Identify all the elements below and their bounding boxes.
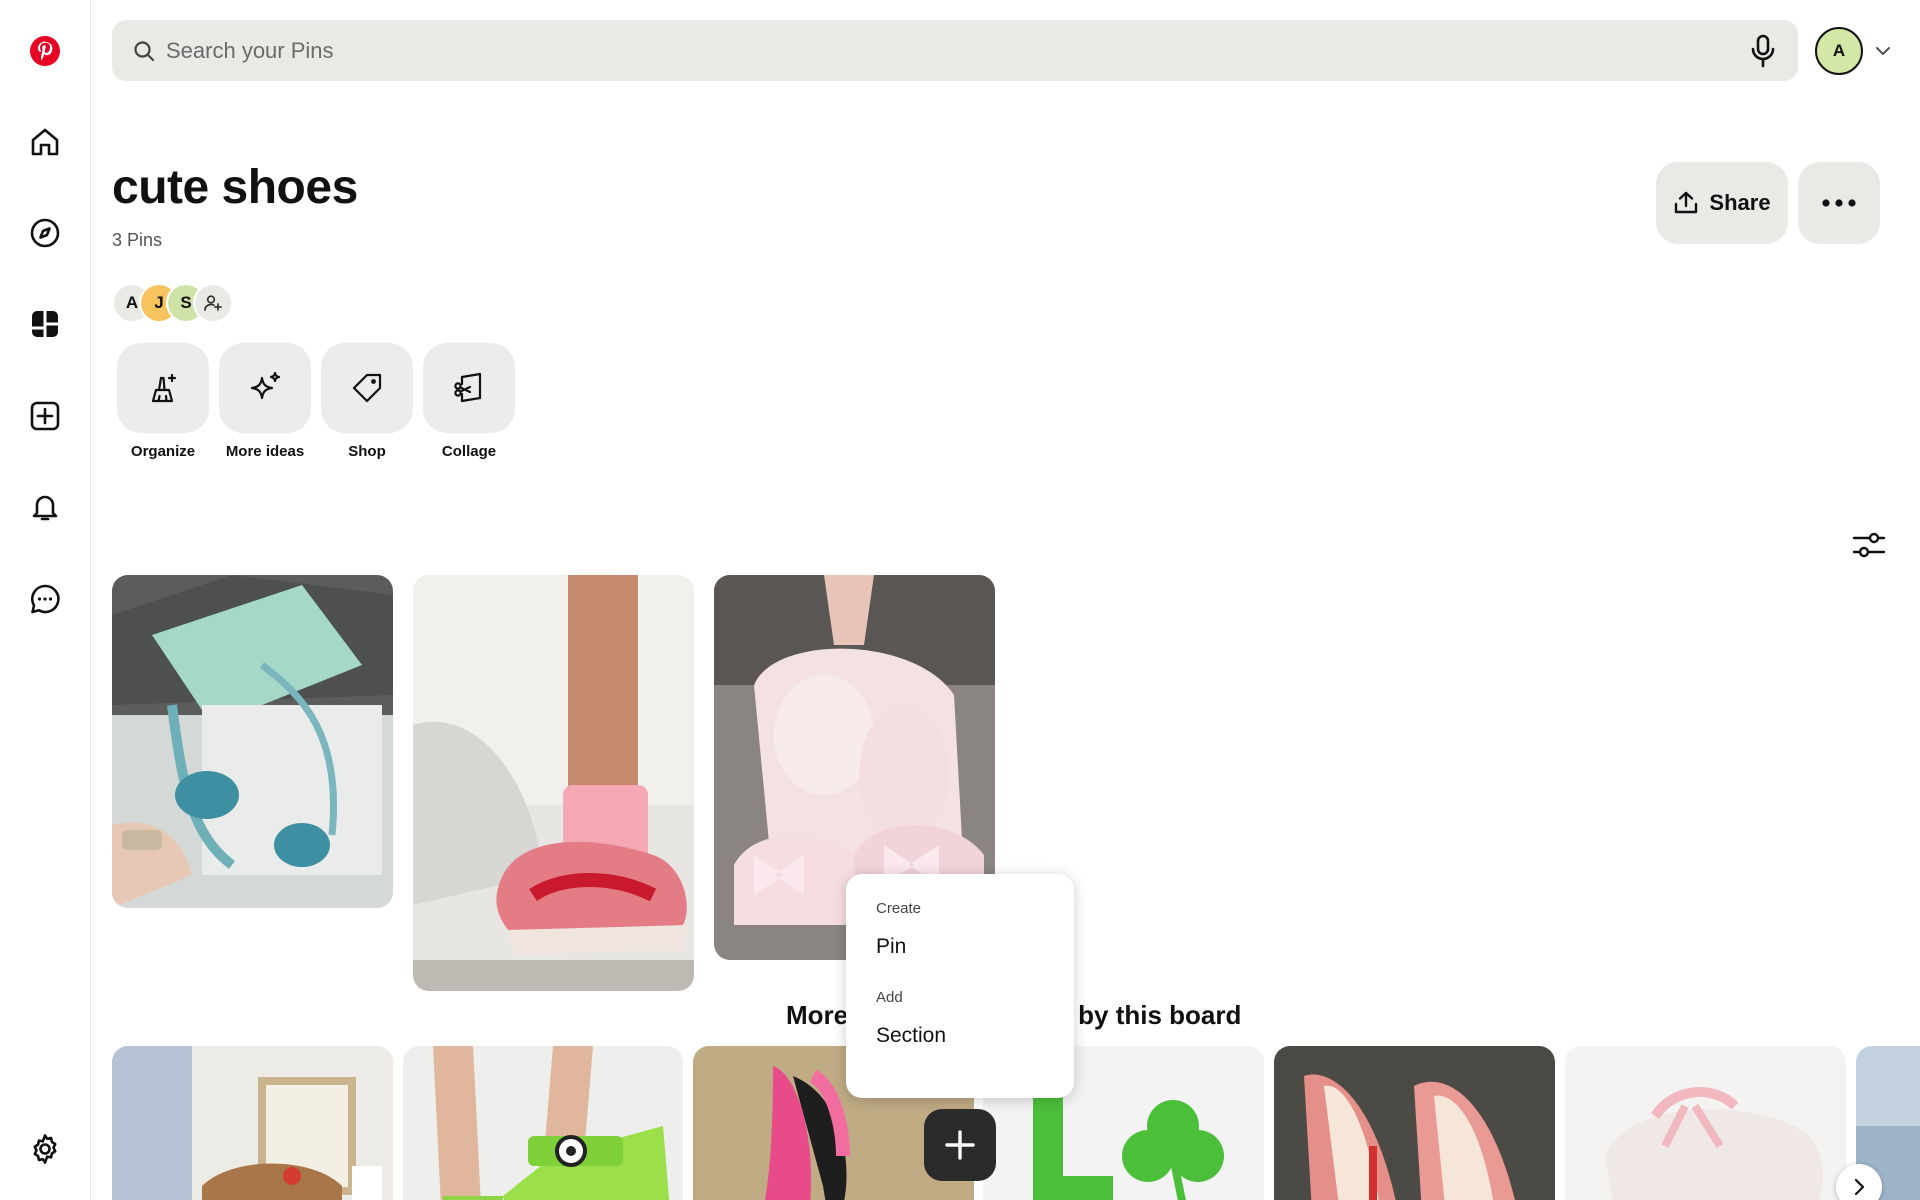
pinterest-logo-icon[interactable] xyxy=(22,28,68,74)
create-menu: Create Pin Add Section xyxy=(846,874,1074,1098)
share-label: Share xyxy=(1709,190,1771,215)
organize-tile xyxy=(117,343,209,433)
create-icon[interactable] xyxy=(22,393,68,439)
explore-icon[interactable] xyxy=(22,210,68,256)
more-ideas-tile xyxy=(219,343,311,433)
pin-image-blue-heels xyxy=(112,575,393,908)
chevron-down-icon[interactable] xyxy=(1872,40,1894,62)
notifications-icon[interactable] xyxy=(22,484,68,530)
pin-image-pink-sneaker xyxy=(413,575,694,991)
idea-card[interactable] xyxy=(112,1046,393,1200)
idea-card[interactable] xyxy=(1274,1046,1555,1200)
pin-card[interactable] xyxy=(413,575,694,991)
more-ideas-heading-left: More xyxy=(786,1000,849,1030)
shop-button[interactable]: Shop xyxy=(321,343,413,460)
menu-item-section[interactable]: Section xyxy=(876,1024,1074,1048)
plus-icon xyxy=(945,1130,975,1160)
page-title: cute shoes xyxy=(112,161,358,214)
chevron-right-icon xyxy=(1854,1178,1865,1196)
menu-group-add: Add xyxy=(876,989,903,1006)
share-button[interactable]: Share xyxy=(1656,162,1788,244)
share-icon xyxy=(1675,191,1698,214)
search-input[interactable] xyxy=(166,37,1748,64)
microphone-icon[interactable] xyxy=(1748,34,1778,68)
user-avatar[interactable]: A xyxy=(1815,27,1863,75)
search-bar[interactable] xyxy=(112,20,1798,81)
idea-card[interactable] xyxy=(1565,1046,1846,1200)
boards-icon[interactable] xyxy=(22,301,68,347)
collage-scissors-icon xyxy=(454,372,482,403)
menu-item-pin[interactable]: Pin xyxy=(876,935,1074,959)
organize-button[interactable]: Organize xyxy=(117,343,209,460)
add-button[interactable] xyxy=(924,1109,996,1181)
collage-label: Collage xyxy=(441,443,497,460)
add-collaborator-button[interactable] xyxy=(193,283,233,323)
idea-image-sneaker-frame xyxy=(112,1046,393,1200)
idea-card[interactable] xyxy=(403,1046,683,1200)
settings-icon[interactable] xyxy=(22,1126,68,1172)
collage-button[interactable]: Collage xyxy=(423,343,515,460)
idea-image-bow-sneakers xyxy=(1565,1046,1846,1200)
idea-image-scalloped-pumps xyxy=(1274,1046,1555,1200)
sparkle-icon xyxy=(250,371,281,400)
more-ideas-button[interactable]: More ideas xyxy=(219,343,311,460)
idea-image-green-heels xyxy=(403,1046,683,1200)
pin-count: 3 Pins xyxy=(112,230,163,250)
search-icon xyxy=(134,40,155,61)
shop-label: Shop xyxy=(348,443,386,460)
pin-card[interactable] xyxy=(112,575,393,908)
home-icon[interactable] xyxy=(22,119,68,165)
ellipsis-icon xyxy=(1822,199,1856,207)
more-ideas-label: More ideas xyxy=(225,443,305,460)
more-options-button[interactable] xyxy=(1798,162,1880,244)
tag-icon xyxy=(352,373,382,403)
add-person-icon xyxy=(204,295,222,311)
filter-icon[interactable] xyxy=(1852,530,1886,560)
broom-sparkle-icon xyxy=(151,373,177,403)
more-ideas-heading-right: by this board xyxy=(1078,1000,1242,1030)
collage-tile xyxy=(423,343,515,433)
shop-tile xyxy=(321,343,413,433)
organize-label: Organize xyxy=(130,443,196,460)
messages-icon[interactable] xyxy=(22,576,68,622)
sidebar xyxy=(0,0,91,1200)
menu-group-create: Create xyxy=(876,900,922,917)
